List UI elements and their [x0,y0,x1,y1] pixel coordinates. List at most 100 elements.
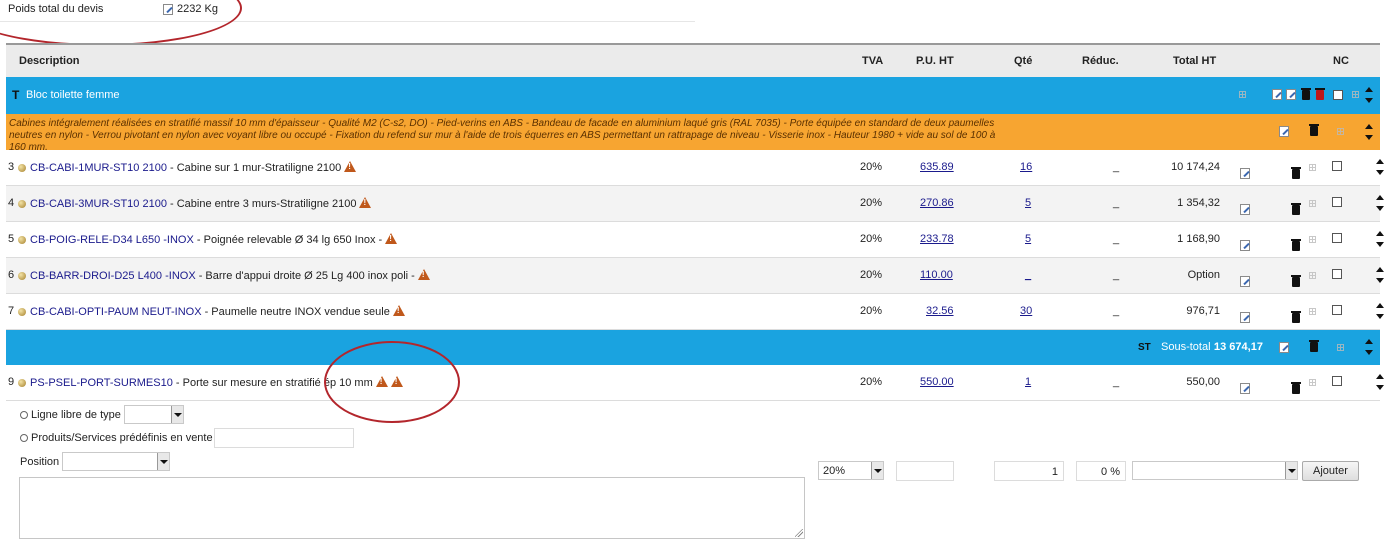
subtotal-icon: ST [1138,342,1151,353]
radio-predefined-products[interactable]: Produits/Services prédéfinis en vente [20,432,213,444]
delete-icon[interactable] [1291,275,1302,287]
edit-icon[interactable] [1240,168,1250,179]
product-icon [18,272,26,280]
edit-icon[interactable] [1240,383,1250,394]
nc-checkbox[interactable] [1333,90,1343,100]
move-updown-icon[interactable] [1365,338,1373,356]
product-code-link[interactable]: CB-CABI-3MUR-ST10 2100 [30,198,167,210]
weight-label: Poids total du devis [8,3,104,15]
edit-icon[interactable] [163,3,173,15]
quantity-link[interactable]: 5 [1025,233,1031,245]
product-code-link[interactable]: CB-CABI-OPTI-PAUM NEUT-INOX [30,306,202,318]
product-search-input[interactable] [214,428,354,448]
delete-icon[interactable] [1291,239,1302,251]
move-updown-icon[interactable] [1376,158,1385,176]
drag-handle-icon[interactable] [1309,272,1316,279]
warning-icon [344,161,357,172]
quantity-link[interactable]: 1 [1025,376,1031,388]
section-title: Bloc toilette femme [26,89,120,101]
quantity-link[interactable]: 5 [1025,197,1031,209]
quote-weight-row: Poids total du devis 2232 Kg [0,0,695,22]
unit-price-link[interactable]: 635.89 [920,161,954,173]
drag-handle-icon[interactable] [1309,164,1316,171]
nc-checkbox[interactable] [1332,233,1342,243]
reduction-input[interactable]: 0 % [1076,461,1126,481]
edit-note-icon[interactable] [1286,89,1296,100]
product-code-link[interactable]: CB-CABI-1MUR-ST10 2100 [30,162,167,174]
quantity-link[interactable]: 16 [1020,161,1032,173]
warning-icon [385,233,398,244]
drag-handle-icon[interactable] [1309,308,1316,315]
unit-price-link[interactable]: 550.00 [920,376,954,388]
nc-checkbox[interactable] [1332,376,1342,386]
radio-free-line[interactable]: Ligne libre de type [20,409,121,421]
unit-price-link[interactable]: 233.78 [920,233,954,245]
unit-price-link[interactable]: 270.86 [920,197,954,209]
drag-handle-icon[interactable] [1309,200,1316,207]
product-icon [18,164,26,172]
resize-handle-icon[interactable] [795,529,803,537]
drag-handle-icon[interactable] [1239,91,1246,98]
move-updown-icon[interactable] [1376,266,1385,284]
move-updown-icon[interactable] [1376,230,1385,248]
product-label: - Cabine entre 3 murs-Stratiligne 2100 [166,198,357,210]
warning-icon [375,376,388,387]
delete-icon[interactable] [1309,340,1319,352]
line-description: CB-CABI-1MUR-ST10 2100 - Cabine sur 1 mu… [16,161,357,174]
delete-icon[interactable] [1309,124,1319,136]
col-description: Description [19,55,80,67]
delete-icon[interactable] [1291,167,1302,179]
unit-price-link[interactable]: 110.00 [920,269,953,281]
edit-icon[interactable] [1240,240,1250,251]
quantity-input[interactable]: 1 [994,461,1064,481]
edit-icon[interactable] [1240,276,1250,287]
edit-icon[interactable] [1272,89,1282,100]
product-code-link[interactable]: CB-BARR-DROI-D25 L400 -INOX [30,270,196,282]
account-select[interactable] [1132,461,1298,480]
radio-button[interactable] [20,411,28,419]
unit-price-input[interactable] [896,461,954,481]
nc-checkbox[interactable] [1332,161,1342,171]
delete-icon[interactable] [1291,203,1302,215]
quantity-link[interactable]: 30 [1020,305,1032,317]
subtotal-value: 13 674,17 [1214,341,1263,353]
drag-handle-icon[interactable] [1352,91,1359,98]
add-button[interactable]: Ajouter [1302,461,1359,481]
table-row: 7 CB-CABI-OPTI-PAUM NEUT-INOX - Paumelle… [6,294,1385,330]
radio-button[interactable] [20,434,28,442]
edit-icon[interactable] [1240,312,1250,323]
product-code-link[interactable]: CB-POIG-RELE-D34 L650 -INOX [30,234,194,246]
delete-all-icon[interactable] [1315,88,1325,100]
delete-icon[interactable] [1291,382,1302,394]
nc-checkbox[interactable] [1332,197,1342,207]
unit-price-link[interactable]: 32.56 [926,305,954,317]
drag-handle-icon[interactable] [1309,379,1316,386]
tva-select[interactable]: 20% [818,461,884,480]
edit-icon[interactable] [1240,204,1250,215]
line-type-select[interactable] [124,405,184,424]
move-updown-icon[interactable] [1376,302,1385,320]
quantity-link[interactable]: _ [1025,269,1031,281]
position-select[interactable] [62,452,170,471]
move-updown-icon[interactable] [1365,86,1373,104]
drag-handle-icon[interactable] [1337,344,1344,351]
drag-handle-icon[interactable] [1309,236,1316,243]
reduction-value: _ [1113,305,1120,317]
edit-icon[interactable] [1279,342,1289,353]
reduction-value: _ [1113,197,1120,209]
delete-icon[interactable] [1301,88,1311,100]
delete-icon[interactable] [1291,311,1302,323]
nc-checkbox[interactable] [1332,269,1342,279]
product-code-link[interactable]: PS-PSEL-PORT-SURMES10 [30,377,173,389]
nc-checkbox[interactable] [1332,305,1342,315]
description-textarea[interactable] [19,477,805,539]
line-description: CB-BARR-DROI-D25 L400 -INOX - Barre d'ap… [16,269,430,282]
reduction-value: _ [1113,161,1120,173]
move-updown-icon[interactable] [1376,373,1385,391]
drag-handle-icon[interactable] [1337,128,1344,135]
move-updown-icon[interactable] [1376,194,1385,212]
chevron-down-icon [157,453,169,470]
move-updown-icon[interactable] [1365,123,1373,141]
reduction-value: _ [1113,376,1120,388]
edit-icon[interactable] [1279,126,1289,137]
